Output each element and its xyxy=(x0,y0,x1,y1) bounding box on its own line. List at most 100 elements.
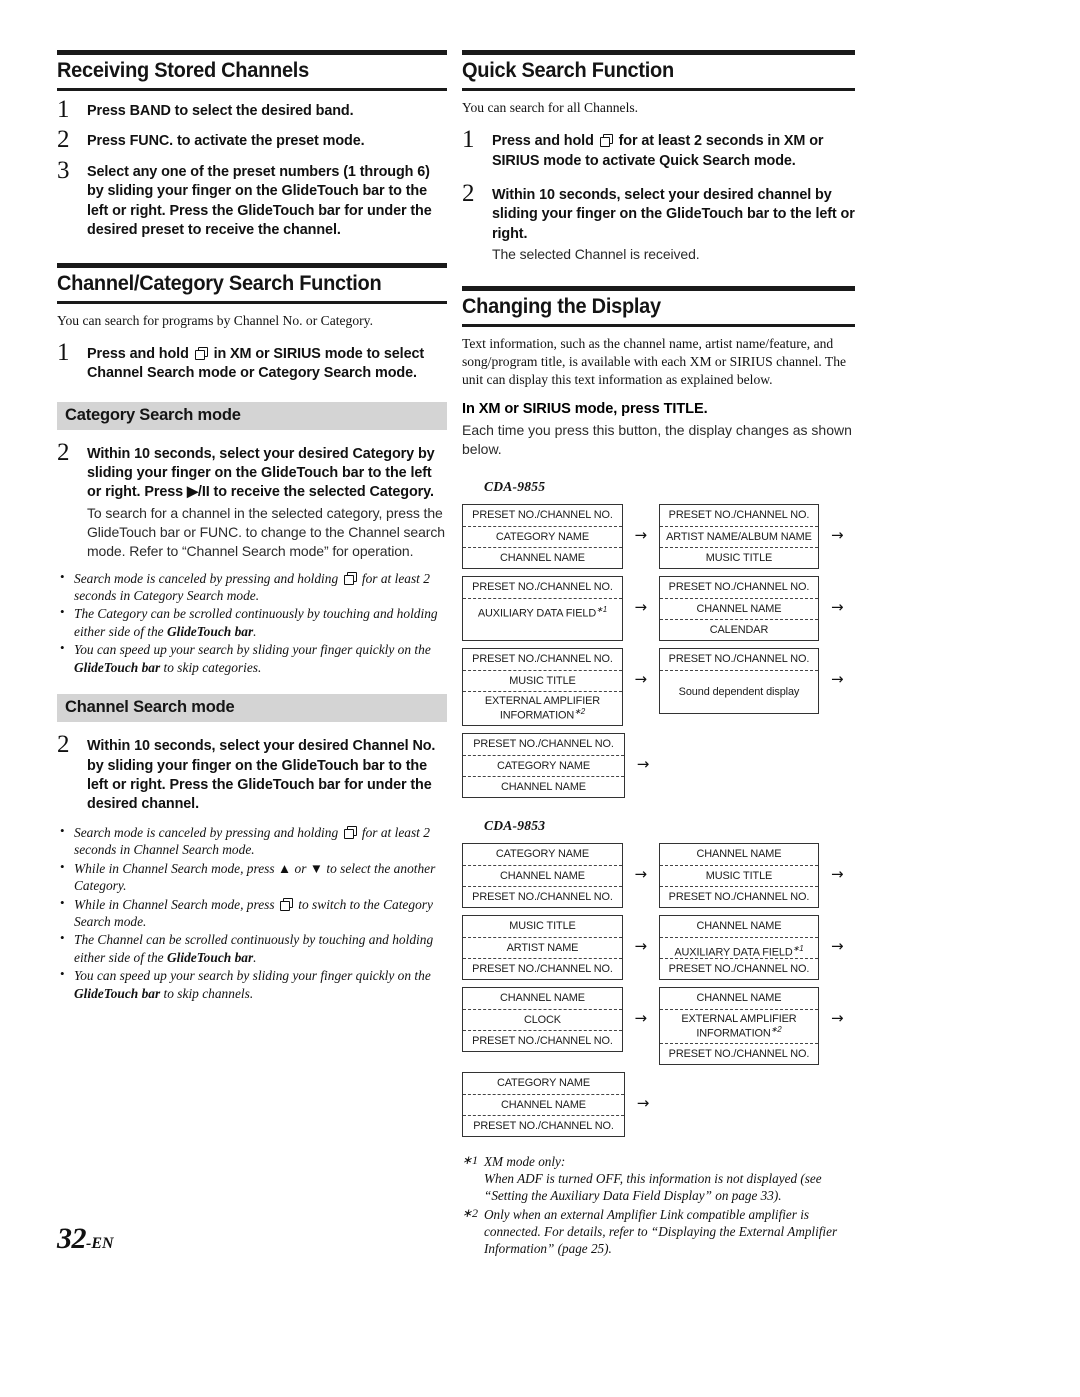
step-item: 3 Select any one of the preset numbers (1… xyxy=(57,158,447,241)
diagram-row: PRESET NO./CHANNEL NO. AUXILIARY DATA FIE… xyxy=(462,576,855,642)
section-intro: You can search for programs by Channel N… xyxy=(57,312,373,328)
display-row: CLOCK xyxy=(463,1009,622,1030)
diagram-row: CATEGORY NAME CHANNEL NAME PRESET NO./CHAN… xyxy=(462,843,855,909)
footnote-marker: ∗1 xyxy=(462,1153,479,1168)
band-stack-icon xyxy=(599,134,613,148)
display-state-box: CATEGORY NAME CHANNEL NAME PRESET NO./CHAN… xyxy=(462,1072,625,1138)
display-row: CHANNEL NAME xyxy=(463,1094,624,1115)
heading-rule-bottom xyxy=(57,300,447,304)
display-state-box: PRESET NO./CHANNEL NO. MUSIC TITLE EXTERNA… xyxy=(462,648,623,727)
step-subtext: To search for a channel in the selected … xyxy=(87,504,445,559)
steps-receiving-stored-channels: 1 Press BAND to select the desired band. 2… xyxy=(57,97,447,241)
footnote: ∗1 XM mode only: When ADF is turned OFF, t… xyxy=(462,1153,855,1204)
diagram-row: CHANNEL NAME CLOCK PRESET NO./CHANNEL NO. →… xyxy=(462,987,855,1066)
press-title-note: Each time you press this button, the dis… xyxy=(462,422,852,458)
heading-rule-bottom xyxy=(57,88,447,91)
display-row: PRESET NO./CHANNEL NO. xyxy=(463,958,622,979)
display-row: CALENDAR xyxy=(659,619,819,640)
section-heading-quick-search-function: Quick Search Function xyxy=(462,50,855,91)
display-row: AUXILIARY DATA FIELD∗1 xyxy=(659,937,819,959)
band-stack-icon xyxy=(194,346,208,360)
footnote-ref: ∗2 xyxy=(574,706,586,716)
display-flow-diagram-9855: PRESET NO./CHANNEL NO. CATEGORY NAME CHANN… xyxy=(462,504,855,799)
step-number: 1 xyxy=(57,96,70,123)
flow-arrow-icon: → xyxy=(634,670,648,689)
display-state-box: PRESET NO./CHANNEL NO. CATEGORY NAME CHANN… xyxy=(462,733,625,799)
display-row: PRESET NO./CHANNEL NO. xyxy=(668,653,810,666)
flow-arrow-icon: → xyxy=(830,598,844,617)
changing-display-intro: Text information, such as the channel na… xyxy=(462,336,847,388)
display-row: CATEGORY NAME xyxy=(496,1077,591,1090)
display-row: PRESET NO./CHANNEL NO. xyxy=(668,509,810,522)
step-text: Press and hold in XM or SIRIUS mode to s… xyxy=(87,345,425,382)
display-row: CHANNEL NAME xyxy=(463,865,622,886)
display-state-box: CHANNEL NAME MUSIC TITLE PRESET NO./CHANNE… xyxy=(658,843,820,909)
step-text: Within 10 seconds, select your desired C… xyxy=(87,445,435,501)
step-item: 1 Press and hold for at least 2 seconds i… xyxy=(462,127,855,171)
step-number: 3 xyxy=(57,156,70,184)
footnote-line: connected. For details, refer to “Displa… xyxy=(484,1223,838,1239)
display-row: CHANNEL NAME xyxy=(463,776,624,797)
display-row: AUXILIARY DATA FIELD∗1 xyxy=(463,598,622,620)
step-text: Press FUNC. to activate the preset mode. xyxy=(87,133,365,150)
display-state-box: CHANNEL NAME EXTERNAL AMPLIFIER INFORMATIO… xyxy=(658,987,820,1066)
flow-arrow-icon: → xyxy=(634,526,648,545)
display-row-empty xyxy=(463,619,622,640)
flow-arrow-icon: → xyxy=(634,598,648,617)
note-item: You can speed up your search by sliding … xyxy=(57,640,447,676)
note-item: While in Channel Search mode, press ▲ or… xyxy=(57,859,447,895)
step-text: Within 10 seconds, select your desired c… xyxy=(492,186,855,242)
display-row: MUSIC TITLE xyxy=(659,547,819,568)
step-item: 2 Within 10 seconds, select your desired… xyxy=(57,732,447,815)
heading-title: Quick Search Function xyxy=(462,58,674,82)
diagram-row: PRESET NO./CHANNEL NO. MUSIC TITLE EXTERNA… xyxy=(462,648,855,727)
notes-channel-search: Search mode is canceled by pressing and … xyxy=(57,823,447,1002)
press-title-instruction: In XM or SIRIUS mode, press TITLE. xyxy=(462,401,708,418)
step-subtext: The selected Channel is received. xyxy=(492,246,700,263)
section-intro: You can search for all Channels. xyxy=(462,100,639,115)
flow-arrow-icon: → xyxy=(830,937,844,956)
model-label-9855: CDA-9855 xyxy=(484,479,546,495)
display-row: PRESET NO./CHANNEL NO. xyxy=(463,1115,624,1136)
step-item: 2 Press FUNC. to activate the preset mode… xyxy=(57,127,447,152)
note-item: You can speed up your search by sliding … xyxy=(57,966,447,1002)
step-number: 1 xyxy=(462,126,475,154)
display-state-box: CATEGORY NAME CHANNEL NAME PRESET NO./CHAN… xyxy=(462,843,623,909)
subsection-bar-channel-search-mode: Channel Search mode xyxy=(57,694,447,723)
left-column: Receiving Stored Channels 1 Press BAND to… xyxy=(57,50,447,1003)
display-row: PRESET NO./CHANNEL NO. xyxy=(659,958,819,979)
heading-rule-bottom xyxy=(462,88,855,91)
section-heading-channel-category-search: Channel/Category Search Function xyxy=(57,262,447,304)
display-row: ARTIST NAME/ALBUM NAME xyxy=(659,526,819,547)
diagram-row: CATEGORY NAME CHANNEL NAME PRESET NO./CHAN… xyxy=(462,1072,855,1138)
page-number-value: 32 xyxy=(57,1222,87,1255)
display-row: PRESET NO./CHANNEL NO. xyxy=(463,886,622,907)
display-row: PRESET NO./CHANNEL NO. xyxy=(473,738,614,751)
step-number: 1 xyxy=(57,338,70,366)
display-state-box: PRESET NO./CHANNEL NO. AUXILIARY DATA FIE… xyxy=(462,576,623,642)
diagram-row: MUSIC TITLE ARTIST NAME PRESET NO./CHANNEL… xyxy=(462,915,855,981)
display-row: Sound dependent display xyxy=(659,670,819,713)
display-row: PRESET NO./CHANNEL NO. xyxy=(472,581,613,594)
heading-title: Channel/Category Search Function xyxy=(57,270,382,295)
flow-arrow-icon: → xyxy=(634,865,648,884)
step-text: Press BAND to select the desired band. xyxy=(87,103,354,119)
model-label-9853: CDA-9853 xyxy=(484,818,546,834)
display-state-box: PRESET NO./CHANNEL NO. Sound dependent di… xyxy=(658,648,820,715)
step-number: 2 xyxy=(57,438,70,466)
display-state-box: CHANNEL NAME CLOCK PRESET NO./CHANNEL NO. xyxy=(462,987,623,1053)
display-row: CATEGORY NAME xyxy=(495,848,590,861)
flow-arrow-icon: → xyxy=(830,670,844,689)
flow-arrow-icon: → xyxy=(830,1009,844,1028)
display-row: EXTERNAL AMPLIFIER INFORMATION∗2 xyxy=(659,1009,819,1043)
display-row: CHANNEL NAME xyxy=(696,992,782,1005)
heading-title: Receiving Stored Channels xyxy=(57,58,309,82)
footnote: ∗2 Only when an external Amplifier Link c… xyxy=(462,1206,855,1257)
footnote-marker: ∗2 xyxy=(462,1205,479,1220)
right-column: Quick Search Function You can search for… xyxy=(462,50,855,1258)
step-item: 1 Press and hold in XM or SIRIUS mode to… xyxy=(57,340,447,384)
display-row: CHANNEL NAME xyxy=(463,547,622,568)
display-state-box: MUSIC TITLE ARTIST NAME PRESET NO./CHANNEL… xyxy=(462,915,623,981)
section-heading-receiving-stored-channels: Receiving Stored Channels xyxy=(57,50,447,91)
display-row: PRESET NO./CHANNEL NO. xyxy=(668,581,810,594)
